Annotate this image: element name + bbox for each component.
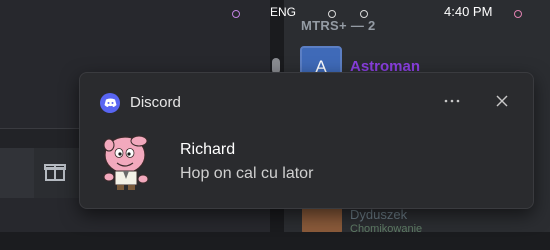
more-options-button[interactable] [438,87,466,115]
volume-icon[interactable] [360,10,368,18]
composer-attach-area[interactable] [0,148,34,198]
discord-logo-icon [100,93,120,113]
language-indicator[interactable]: ENG [270,5,296,19]
tray-app-icon[interactable] [232,10,240,18]
discord-toast-notification[interactable]: Discord Richard Hop on cal cu lator [79,72,534,209]
notification-message: Hop on cal cu lator [180,165,314,182]
close-button[interactable] [488,87,516,115]
member-item-dyduszek[interactable]: Dyduszek Chomikowanie [300,205,540,235]
notification-center-icon[interactable] [514,10,522,18]
sender-avatar [99,131,155,191]
gift-button[interactable] [40,156,70,186]
member-group-header: MTRS+ — 2 [301,18,376,33]
notification-app-name: Discord [130,94,181,111]
clock[interactable]: 4:40 PM [444,4,492,19]
close-icon [496,95,508,107]
more-horizontal-icon [444,99,460,103]
member-name: Dyduszek [350,207,408,222]
notification-sender: Richard [180,141,236,158]
taskbar [0,232,550,250]
network-icon[interactable] [328,10,336,18]
gift-icon [44,164,66,181]
avatar [302,205,342,235]
